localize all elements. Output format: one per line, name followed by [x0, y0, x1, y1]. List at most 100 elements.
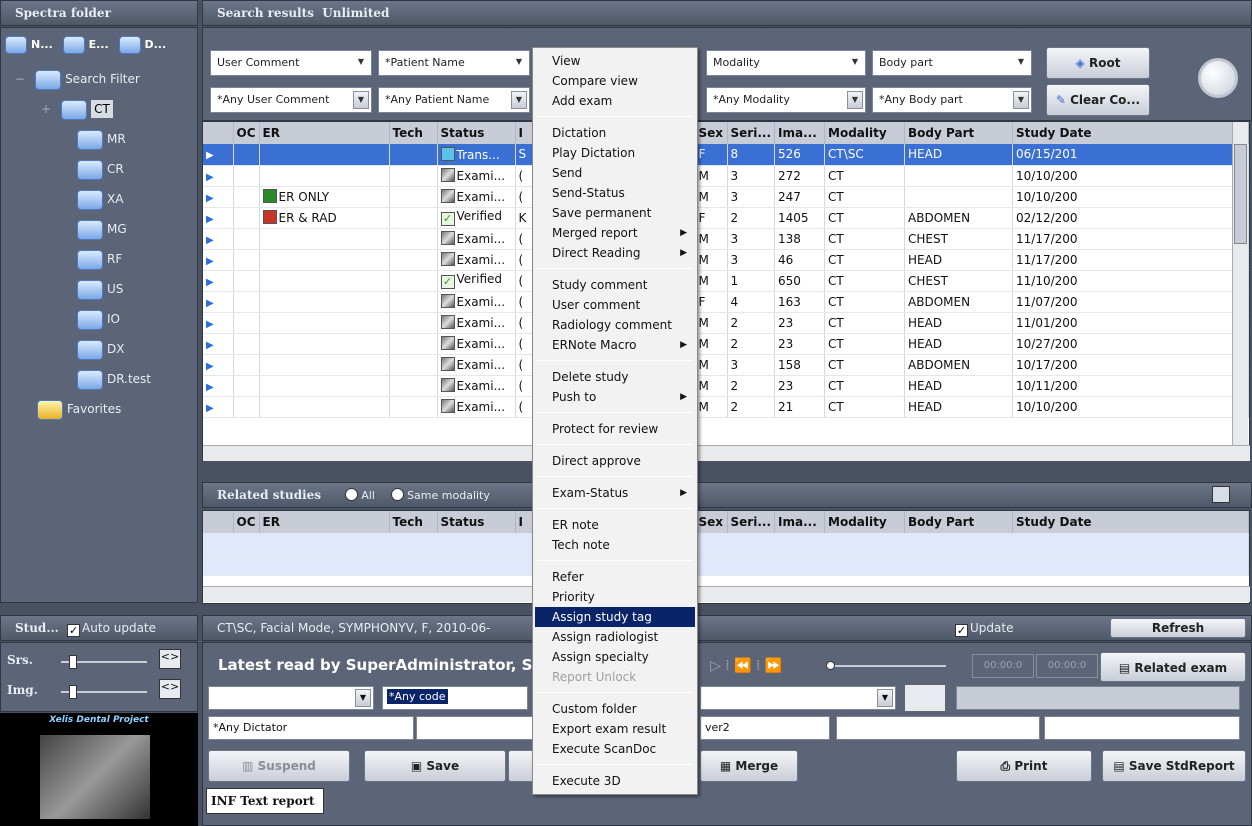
- edit-folder-button[interactable]: E...: [62, 36, 109, 54]
- tree-item-favorites[interactable]: Favorites: [15, 394, 197, 424]
- table-row[interactable]: ▶Exami...(19M221CTHEAD10/10/200: [203, 396, 1249, 418]
- report-select-1[interactable]: ▼: [208, 686, 374, 710]
- table-row[interactable]: ▶✓Verified(79M1650CTCHEST11/10/200: [203, 270, 1249, 292]
- tree-item-ct[interactable]: + CT: [15, 94, 197, 124]
- table-row[interactable]: ▶Exami...(19M223CTHEAD10/11/200: [203, 375, 1249, 397]
- column-study-date[interactable]: Study Date: [1012, 511, 1249, 533]
- menu-item-study-comment[interactable]: Study comment: [535, 275, 695, 295]
- menu-item-exam-status[interactable]: Exam-Status ▶: [535, 483, 695, 503]
- modality-field-select[interactable]: Modality ▼: [706, 50, 866, 76]
- menu-item-send[interactable]: Send: [535, 163, 695, 183]
- user-comment-field-select[interactable]: User Comment ▼: [210, 50, 372, 76]
- tree-item-mr[interactable]: MR: [15, 124, 197, 154]
- user-comment-value-select[interactable]: *Any User Comment ▼: [210, 87, 372, 113]
- column-study-date[interactable]: Study Date: [1012, 122, 1249, 144]
- related-options-button[interactable]: [1212, 486, 1230, 503]
- column-er[interactable]: ER: [259, 122, 390, 144]
- modality-value-select[interactable]: *Any Modality ▼: [706, 87, 866, 113]
- tree-item-dr-test[interactable]: DR.test: [15, 364, 197, 394]
- table-row[interactable]: ▶Exami...(IOM3272CT10/10/200: [203, 165, 1249, 187]
- table-row[interactable]: ▶ER ONLYExami...(IOM3247CT10/10/200: [203, 186, 1249, 208]
- menu-item-dictation[interactable]: Dictation: [535, 123, 695, 143]
- suspend-button[interactable]: ▥ Suspend: [208, 750, 350, 782]
- column-images[interactable]: Ima...: [774, 122, 826, 144]
- dictator-select[interactable]: *Any Dictator: [208, 716, 414, 740]
- horizontal-scrollbar[interactable]: [203, 445, 1250, 461]
- body-part-field-select[interactable]: Body part ▼: [872, 50, 1032, 76]
- tab-inf-text-report[interactable]: INF Text report: [206, 788, 324, 814]
- playback-slider-handle[interactable]: [826, 661, 835, 670]
- menu-item-assign-radiologist[interactable]: Assign radiologist: [535, 627, 695, 647]
- menu-item-priority[interactable]: Priority: [535, 587, 695, 607]
- all-radio[interactable]: All: [345, 488, 375, 502]
- body-part-value-select[interactable]: *Any Body part ▼: [872, 87, 1032, 113]
- merge-button[interactable]: ▦ Merge: [700, 750, 798, 782]
- column-images[interactable]: Ima...: [774, 511, 826, 533]
- copy-button[interactable]: [904, 684, 946, 712]
- report-field-4[interactable]: [1044, 716, 1240, 740]
- column-modality[interactable]: Modality: [824, 122, 906, 144]
- column-status[interactable]: Status: [437, 122, 516, 144]
- menu-item-execute-3d[interactable]: Execute 3D: [535, 771, 695, 791]
- menu-item-er-note[interactable]: ER note: [535, 515, 695, 535]
- tree-item-us[interactable]: US: [15, 274, 197, 304]
- menu-item-radiology-comment[interactable]: Radiology comment: [535, 315, 695, 335]
- menu-item-save-permanent[interactable]: Save permanent: [535, 203, 695, 223]
- ver2-select[interactable]: ver2: [700, 716, 830, 740]
- search-magnifier-icon[interactable]: [1198, 58, 1238, 98]
- menu-item-assign-specialty[interactable]: Assign specialty: [535, 647, 695, 667]
- tree-item-mg[interactable]: MG: [15, 214, 197, 244]
- auto-update-checkbox[interactable]: ✓ Auto update: [67, 621, 156, 637]
- table-row[interactable]: ▶Exami...(19M223CTHEAD10/27/200: [203, 333, 1249, 355]
- dictator-field[interactable]: [416, 716, 536, 740]
- menu-item-assign-study-tag[interactable]: Assign study tag: [535, 607, 695, 627]
- thumbnail-panel[interactable]: Xelis Dental Project: [0, 713, 198, 826]
- menu-item-direct-approve[interactable]: Direct approve: [535, 451, 695, 471]
- menu-item-direct-reading[interactable]: Direct Reading ▶: [535, 243, 695, 263]
- patient-name-value-select[interactable]: *Any Patient Name ▼: [378, 87, 530, 113]
- root-button[interactable]: ◈ Root: [1046, 47, 1150, 79]
- patient-name-field-select[interactable]: *Patient Name ▼: [378, 50, 530, 76]
- playback-slider[interactable]: [826, 661, 946, 670]
- menu-item-export-exam-result[interactable]: Export exam result: [535, 719, 695, 739]
- collapse-icon[interactable]: −: [15, 72, 25, 86]
- menu-item-merged-report[interactable]: Merged report ▶: [535, 223, 695, 243]
- column-body-part[interactable]: Body Part: [904, 122, 1014, 144]
- column-status[interactable]: Status: [437, 511, 516, 533]
- menu-item-delete-study[interactable]: Delete study: [535, 367, 695, 387]
- column-series[interactable]: Seri...: [727, 122, 776, 144]
- vertical-scrollbar[interactable]: [1232, 122, 1248, 460]
- menu-item-custom-folder[interactable]: Custom folder: [535, 699, 695, 719]
- srs-step-button[interactable]: <>: [159, 649, 181, 669]
- table-row[interactable]: ▶Exami...(21M346CTHEAD11/17/200: [203, 249, 1249, 271]
- new-folder-button[interactable]: N...: [5, 36, 53, 54]
- menu-item-push-to[interactable]: Push to ▶: [535, 387, 695, 407]
- column-body-part[interactable]: Body Part: [904, 511, 1014, 533]
- menu-item-send-status[interactable]: Send-Status: [535, 183, 695, 203]
- report-field-right[interactable]: [956, 686, 1240, 710]
- table-row[interactable]: ▶Exami...(21M3138CTCHEST11/17/200: [203, 228, 1249, 250]
- menu-item-add-exam[interactable]: Add exam: [535, 91, 695, 111]
- delete-folder-button[interactable]: D...: [118, 36, 166, 54]
- menu-item-execute-scandoc[interactable]: Execute ScanDoc: [535, 739, 695, 759]
- menu-item-play-dictation[interactable]: Play Dictation: [535, 143, 695, 163]
- scrollbar-thumb[interactable]: [1234, 144, 1247, 244]
- report-select-2[interactable]: ▼: [700, 686, 896, 710]
- column-tech[interactable]: Tech: [389, 511, 438, 533]
- refresh-button[interactable]: Refresh: [1110, 618, 1246, 638]
- menu-item-protect-for-review[interactable]: Protect for review: [535, 419, 695, 439]
- table-row[interactable]: ▶Exami...(20M3158CTABDOMEN10/17/200: [203, 354, 1249, 376]
- clear-conditions-button[interactable]: ✎ Clear Co...: [1046, 84, 1150, 116]
- thumbnail-image[interactable]: [40, 735, 150, 819]
- menu-item-compare-view[interactable]: Compare view: [535, 71, 695, 91]
- img-slider-handle[interactable]: [69, 685, 77, 699]
- save-std-report-button[interactable]: ▤ Save StdReport: [1102, 750, 1246, 782]
- column-sex[interactable]: Sex: [695, 511, 728, 533]
- srs-slider[interactable]: [61, 655, 147, 669]
- update-checkbox[interactable]: ✓ Update: [955, 616, 1013, 640]
- table-row[interactable]: ▶Trans...SModeF8526CT\SCHEAD06/15/201: [203, 144, 1249, 166]
- save-button[interactable]: ▣ Save: [364, 750, 506, 782]
- table-row[interactable]: ▶ER & RAD✓VerifiedKColonF21405CTABDOMEN0…: [203, 207, 1249, 229]
- tree-item-rf[interactable]: RF: [15, 244, 197, 274]
- expand-icon[interactable]: +: [41, 102, 51, 116]
